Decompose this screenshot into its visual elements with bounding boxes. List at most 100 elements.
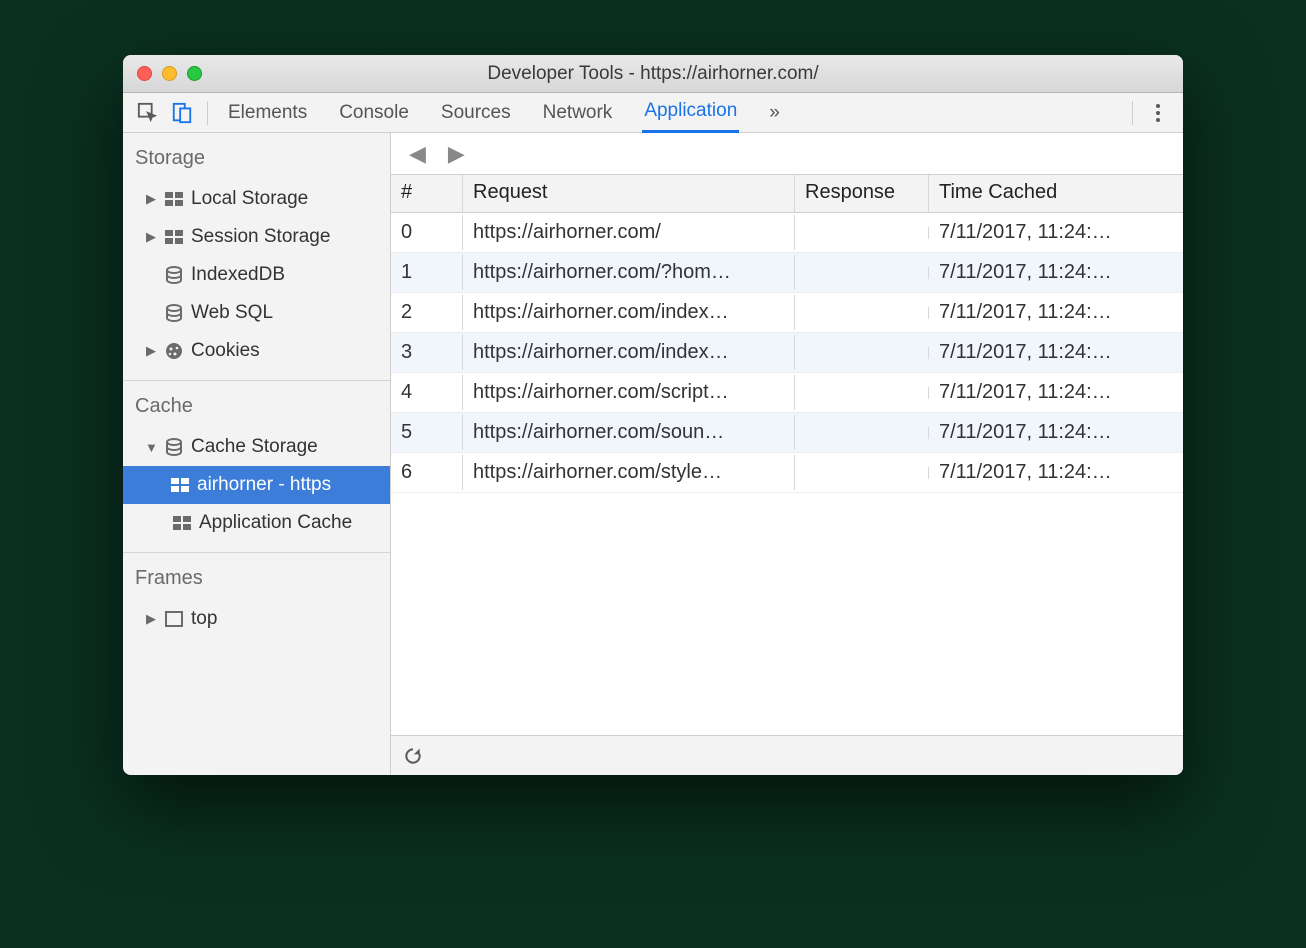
frame-icon bbox=[163, 611, 185, 627]
expand-arrow-icon: ▶ bbox=[145, 191, 157, 207]
cell-index: 5 bbox=[391, 415, 463, 450]
cell-index: 6 bbox=[391, 455, 463, 490]
database-icon bbox=[163, 438, 185, 456]
tab-network[interactable]: Network bbox=[541, 93, 615, 133]
frames-section-header: Frames bbox=[123, 553, 390, 600]
tab-application[interactable]: Application bbox=[642, 93, 739, 133]
cell-time: 7/11/2017, 11:24:… bbox=[929, 215, 1183, 250]
close-window-button[interactable] bbox=[137, 66, 152, 81]
table-row[interactable]: 6https://airhorner.com/style… 7/11/2017, … bbox=[391, 453, 1183, 493]
cell-time: 7/11/2017, 11:24:… bbox=[929, 375, 1183, 410]
cell-request: https://airhorner.com/ bbox=[463, 215, 795, 250]
devtools-toolbar: Elements Console Sources Network Applica… bbox=[123, 93, 1183, 133]
cache-table: # Request Response Time Cached 0https://… bbox=[391, 175, 1183, 735]
column-response[interactable]: Response bbox=[795, 175, 929, 212]
toolbar-separator bbox=[1132, 101, 1133, 125]
sidebar-item-label: Local Storage bbox=[191, 188, 308, 210]
cell-index: 1 bbox=[391, 255, 463, 290]
inspect-element-icon[interactable] bbox=[131, 96, 165, 130]
table-row[interactable]: 2https://airhorner.com/index… 7/11/2017, … bbox=[391, 293, 1183, 333]
table-icon bbox=[169, 478, 191, 492]
sidebar-item-label: Session Storage bbox=[191, 226, 330, 248]
table-row[interactable]: 4https://airhorner.com/script… 7/11/2017,… bbox=[391, 373, 1183, 413]
cell-response bbox=[795, 267, 929, 279]
devtools-window: Developer Tools - https://airhorner.com/… bbox=[123, 55, 1183, 775]
cell-index: 4 bbox=[391, 375, 463, 410]
more-menu-icon[interactable] bbox=[1141, 96, 1175, 130]
cell-time: 7/11/2017, 11:24:… bbox=[929, 295, 1183, 330]
table-row[interactable]: 1https://airhorner.com/?hom…7/11/2017, 1… bbox=[391, 253, 1183, 293]
zoom-window-button[interactable] bbox=[187, 66, 202, 81]
cache-section-header: Cache bbox=[123, 381, 390, 428]
cell-request: https://airhorner.com/script… bbox=[463, 375, 795, 410]
sidebar-item-cache-entry[interactable]: airhorner - https bbox=[123, 466, 390, 504]
cell-request: https://airhorner.com/soun… bbox=[463, 415, 795, 450]
cell-response bbox=[795, 307, 929, 319]
cell-response bbox=[795, 427, 929, 439]
sidebar-item-cache-storage[interactable]: ▼ Cache Storage bbox=[123, 428, 390, 466]
cell-index: 2 bbox=[391, 295, 463, 330]
cell-index: 3 bbox=[391, 335, 463, 370]
table-body: 0https://airhorner.com/7/11/2017, 11:24:… bbox=[391, 213, 1183, 493]
nav-back-icon[interactable]: ◀ bbox=[409, 141, 426, 167]
database-icon bbox=[163, 266, 185, 284]
toolbar-right bbox=[1124, 96, 1175, 130]
sidebar-item-indexeddb[interactable]: IndexedDB bbox=[123, 256, 390, 294]
window-title: Developer Tools - https://airhorner.com/ bbox=[123, 63, 1183, 85]
minimize-window-button[interactable] bbox=[162, 66, 177, 81]
sidebar-item-label: IndexedDB bbox=[191, 264, 285, 286]
sidebar-item-application-cache[interactable]: Application Cache bbox=[123, 504, 390, 542]
traffic-lights bbox=[123, 66, 216, 81]
cell-response bbox=[795, 387, 929, 399]
cell-time: 7/11/2017, 11:24:… bbox=[929, 335, 1183, 370]
cell-request: https://airhorner.com/style… bbox=[463, 455, 795, 490]
cell-request: https://airhorner.com/index… bbox=[463, 335, 795, 370]
sidebar-item-session-storage[interactable]: ▶ Session Storage bbox=[123, 218, 390, 256]
cell-response bbox=[795, 467, 929, 479]
sidebar-item-websql[interactable]: Web SQL bbox=[123, 294, 390, 332]
titlebar: Developer Tools - https://airhorner.com/ bbox=[123, 55, 1183, 93]
table-row[interactable]: 5https://airhorner.com/soun… 7/11/2017, 1… bbox=[391, 413, 1183, 453]
table-row[interactable]: 0https://airhorner.com/7/11/2017, 11:24:… bbox=[391, 213, 1183, 253]
column-time-cached[interactable]: Time Cached bbox=[929, 175, 1183, 212]
tab-elements[interactable]: Elements bbox=[226, 93, 309, 133]
database-icon bbox=[163, 304, 185, 322]
cell-response bbox=[795, 227, 929, 239]
cache-navbar: ◀ ▶ bbox=[391, 133, 1183, 175]
cell-request: https://airhorner.com/index… bbox=[463, 295, 795, 330]
panel-body: Storage ▶ Local Storage ▶ Session Storag… bbox=[123, 133, 1183, 775]
cookie-icon bbox=[163, 342, 185, 360]
cache-panel: ◀ ▶ # Request Response Time Cached 0http… bbox=[391, 133, 1183, 775]
device-toolbar-icon[interactable] bbox=[165, 96, 199, 130]
sidebar-item-label: Application Cache bbox=[199, 512, 352, 534]
table-icon bbox=[171, 516, 193, 530]
table-row[interactable]: 3https://airhorner.com/index… 7/11/2017, … bbox=[391, 333, 1183, 373]
sidebar-item-label: airhorner - https bbox=[197, 474, 331, 496]
refresh-icon[interactable] bbox=[403, 746, 423, 766]
cell-time: 7/11/2017, 11:24:… bbox=[929, 255, 1183, 290]
tab-sources[interactable]: Sources bbox=[439, 93, 513, 133]
cell-time: 7/11/2017, 11:24:… bbox=[929, 415, 1183, 450]
sidebar-item-label: Web SQL bbox=[191, 302, 273, 324]
expand-arrow-icon: ▶ bbox=[145, 229, 157, 245]
sidebar-item-local-storage[interactable]: ▶ Local Storage bbox=[123, 180, 390, 218]
panel-tabs: Elements Console Sources Network Applica… bbox=[216, 93, 782, 133]
tab-console[interactable]: Console bbox=[337, 93, 411, 133]
expand-arrow-icon: ▶ bbox=[145, 611, 157, 627]
sidebar-item-cookies[interactable]: ▶ Cookies bbox=[123, 332, 390, 370]
column-request[interactable]: Request bbox=[463, 175, 795, 212]
collapse-arrow-icon: ▼ bbox=[145, 440, 157, 455]
cell-index: 0 bbox=[391, 215, 463, 250]
nav-forward-icon[interactable]: ▶ bbox=[448, 141, 465, 167]
cell-time: 7/11/2017, 11:24:… bbox=[929, 455, 1183, 490]
expand-arrow-icon: ▶ bbox=[145, 343, 157, 359]
column-index[interactable]: # bbox=[391, 175, 463, 212]
storage-section-header: Storage bbox=[123, 133, 390, 180]
table-icon bbox=[163, 192, 185, 206]
cell-response bbox=[795, 347, 929, 359]
cache-footer bbox=[391, 735, 1183, 775]
application-sidebar: Storage ▶ Local Storage ▶ Session Storag… bbox=[123, 133, 391, 775]
sidebar-item-label: Cache Storage bbox=[191, 436, 318, 458]
tab-more[interactable]: » bbox=[767, 93, 782, 133]
sidebar-item-top-frame[interactable]: ▶ top bbox=[123, 600, 390, 638]
